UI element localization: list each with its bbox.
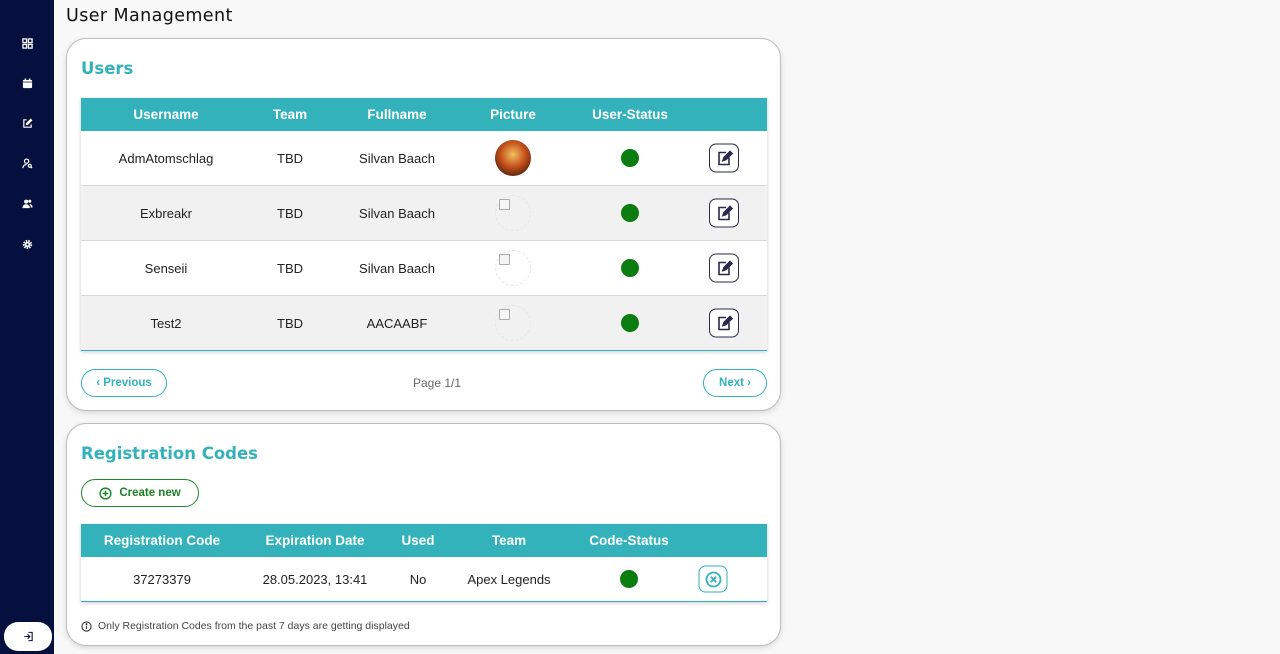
sidebar-item-edit[interactable] <box>19 115 35 131</box>
table-row: Test2 TBD AACAABF <box>81 296 767 351</box>
cell-fullname: Silvan Baach <box>359 261 435 276</box>
column-header-team[interactable]: Team <box>492 524 526 557</box>
column-header-team[interactable]: Team <box>273 98 307 131</box>
status-indicator <box>620 570 638 588</box>
registration-codes-card: Registration Codes Create new Registrati… <box>66 423 781 646</box>
status-indicator <box>621 259 639 277</box>
cell-team: Apex Legends <box>467 572 551 587</box>
users-card: Users Username Team Fullname Picture Use… <box>66 38 781 411</box>
column-header-fullname[interactable]: Fullname <box>367 98 426 131</box>
cell-fullname: AACAABF <box>366 316 428 331</box>
info-icon <box>81 620 92 632</box>
info-note: Only Registration Codes from the past 7 … <box>81 620 410 632</box>
cell-registration-code: 37273379 <box>133 572 191 587</box>
broken-image-icon <box>495 305 531 341</box>
cell-username: Senseii <box>144 261 188 276</box>
edit-document-icon <box>718 259 733 275</box>
edit-square-icon <box>22 118 32 128</box>
page-indicator: Page 1/1 <box>413 376 462 390</box>
delete-code-button[interactable] <box>698 565 728 593</box>
grid-icon <box>21 37 33 49</box>
column-header-user-status[interactable]: User-Status <box>592 98 668 131</box>
info-note-text: Only Registration Codes from the past 7 … <box>98 620 410 632</box>
settings-gear-icon <box>22 239 32 249</box>
table-row: Exbreakr TBD Silvan Baach <box>81 186 767 241</box>
plus-circle-icon <box>99 486 112 500</box>
cell-username: AdmAtomschlag <box>118 151 214 166</box>
cell-username: Exbreakr <box>139 206 193 221</box>
edit-document-icon <box>718 204 733 220</box>
cell-used: No <box>409 572 427 587</box>
cell-team: TBD <box>277 206 303 221</box>
edit-user-button[interactable] <box>709 198 739 228</box>
user-search-icon <box>21 158 33 169</box>
sidebar-item-user-search[interactable] <box>19 155 35 171</box>
column-header-code-status[interactable]: Code-Status <box>589 524 669 557</box>
registration-codes-table-header: Registration Code Expiration Date Used T… <box>81 524 767 557</box>
cell-team: TBD <box>277 151 303 166</box>
cell-fullname: Silvan Baach <box>359 151 435 166</box>
create-new-label: Create new <box>119 487 181 499</box>
page-title: User Management <box>66 6 233 26</box>
users-icon <box>21 199 33 208</box>
sidebar-item-users[interactable] <box>19 195 35 211</box>
status-indicator <box>621 204 639 222</box>
logout-button[interactable] <box>4 622 52 651</box>
edit-document-icon <box>718 314 733 330</box>
create-new-button[interactable]: Create new <box>81 479 199 507</box>
column-header-username[interactable]: Username <box>133 98 198 131</box>
edit-document-icon <box>718 149 733 165</box>
column-header-used[interactable]: Used <box>401 524 434 557</box>
table-row: 37273379 28.05.2023, 13:41 No Apex Legen… <box>81 557 767 602</box>
edit-user-button[interactable] <box>709 308 739 338</box>
column-header-expiration-date[interactable]: Expiration Date <box>265 524 364 557</box>
sidebar-item-calendar[interactable] <box>19 75 35 91</box>
status-indicator <box>621 314 639 332</box>
previous-page-button[interactable]: ‹ Previous <box>81 369 167 397</box>
registration-codes-table: Registration Code Expiration Date Used T… <box>81 524 767 602</box>
sidebar-item-settings[interactable] <box>19 236 35 252</box>
avatar <box>495 140 531 176</box>
cell-username: Test2 <box>150 316 182 331</box>
edit-user-button[interactable] <box>709 143 739 173</box>
table-row: AdmAtomschlag TBD Silvan Baach <box>81 131 767 186</box>
status-indicator <box>621 149 639 167</box>
users-heading: Users <box>81 59 134 78</box>
users-table-header: Username Team Fullname Picture User-Stat… <box>81 98 767 131</box>
sidebar <box>0 0 54 654</box>
cell-team: TBD <box>277 261 303 276</box>
close-circle-icon <box>705 571 721 587</box>
sidebar-item-dashboard[interactable] <box>19 35 35 51</box>
edit-user-button[interactable] <box>709 253 739 283</box>
cell-team: TBD <box>277 316 303 331</box>
broken-image-icon <box>495 195 531 231</box>
users-table: Username Team Fullname Picture User-Stat… <box>81 98 767 351</box>
calendar-icon <box>22 77 32 88</box>
column-header-picture[interactable]: Picture <box>490 98 536 131</box>
logout-icon <box>23 631 33 642</box>
registration-codes-heading: Registration Codes <box>81 444 258 463</box>
table-row: Senseii TBD Silvan Baach <box>81 241 767 296</box>
column-header-registration-code[interactable]: Registration Code <box>104 524 220 557</box>
cell-fullname: Silvan Baach <box>359 206 435 221</box>
next-page-button[interactable]: Next › <box>703 369 767 397</box>
cell-expiration-date: 28.05.2023, 13:41 <box>262 572 368 587</box>
broken-image-icon <box>495 250 531 286</box>
